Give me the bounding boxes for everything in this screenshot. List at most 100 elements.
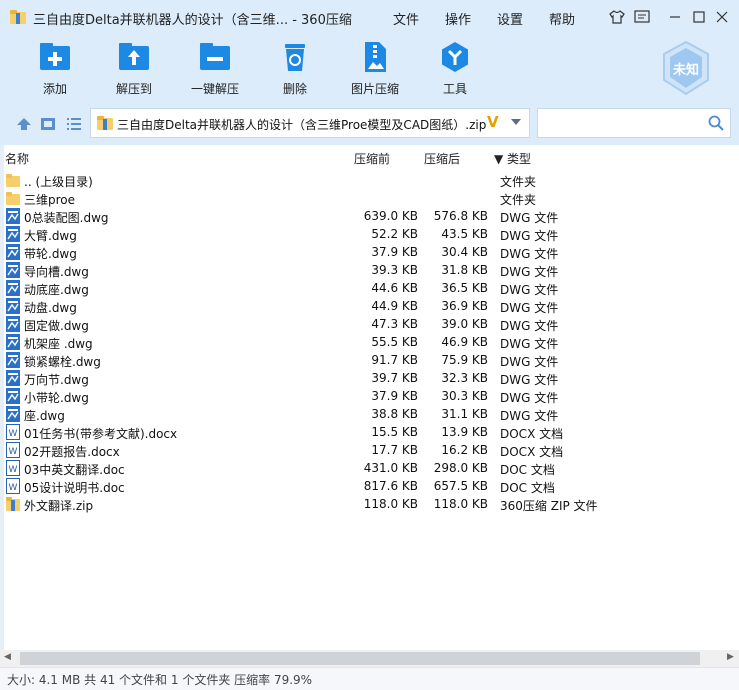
column-name[interactable]: 名称: [5, 150, 29, 167]
extract-to-button[interactable]: 解压到: [104, 40, 164, 96]
file-type: DOC 文档: [500, 481, 555, 495]
file-name: .. (上级目录): [24, 175, 93, 189]
file-size: 15.5 KB: [371, 425, 418, 439]
scroll-right-icon[interactable]: ▶: [727, 652, 734, 662]
file-size: 817.6 KB: [363, 479, 418, 493]
file-row[interactable]: 固定做.dwg 47.3 KB 39.0 KB DWG 文件: [0, 315, 739, 333]
shirt-icon: [609, 10, 625, 24]
svg-text:W: W: [9, 465, 18, 475]
file-size: 38.8 KB: [371, 407, 418, 421]
file-row[interactable]: 动底座.dwg 44.6 KB 36.5 KB DWG 文件: [0, 279, 739, 297]
file-name: 万向节.dwg: [24, 373, 89, 387]
image-compress-button[interactable]: 图片压缩: [345, 40, 405, 96]
chevron-down-icon[interactable]: [511, 119, 521, 125]
maximize-button[interactable]: [690, 8, 708, 26]
close-button[interactable]: [713, 8, 731, 26]
file-row[interactable]: W 03中英文翻译.doc 431.0 KB 298.0 KB DOC 文档: [0, 459, 739, 477]
file-type: DWG 文件: [500, 409, 559, 423]
dwg-file-icon: [6, 226, 20, 242]
address-bar[interactable]: 三自由度Delta并联机器人的设计（含三维Proe模型及CAD图纸）.zip V: [90, 108, 530, 138]
file-type: DWG 文件: [500, 337, 559, 351]
minimize-button[interactable]: [666, 8, 684, 26]
file-row[interactable]: 外文翻译.zip 118.0 KB 118.0 KB 360压缩 ZIP 文件: [0, 495, 739, 513]
archive-path: 三自由度Delta并联机器人的设计（含三维Proe模型及CAD图纸）.zip: [117, 118, 487, 132]
file-name: 动底座.dwg: [24, 283, 89, 297]
file-row[interactable]: .. (上级目录) 文件夹: [0, 171, 739, 189]
file-name: 锁紧螺栓.dwg: [24, 355, 101, 369]
delete-label: 删除: [282, 82, 307, 96]
file-row[interactable]: W 02开题报告.docx 17.7 KB 16.2 KB DOCX 文档: [0, 441, 739, 459]
list-view-icon[interactable]: [67, 118, 81, 130]
thumbnail-view-icon[interactable]: [41, 118, 55, 130]
file-packed-size: 32.3 KB: [441, 371, 488, 385]
image-compress-icon: [365, 42, 386, 72]
file-size: 55.5 KB: [371, 335, 418, 349]
message-icon: [634, 10, 650, 23]
menu-settings[interactable]: 设置: [497, 9, 523, 28]
column-packed[interactable]: 压缩后: [424, 150, 460, 167]
file-size: 47.3 KB: [371, 317, 418, 331]
delete-button[interactable]: 删除: [265, 40, 325, 96]
tools-label: 工具: [442, 82, 467, 96]
one-click-extract-label: 一键解压: [190, 82, 239, 96]
file-row[interactable]: 带轮.dwg 37.9 KB 30.4 KB DWG 文件: [0, 243, 739, 261]
add-icon: [40, 43, 70, 70]
up-arrow-icon[interactable]: [17, 118, 31, 130]
folder-icon: [6, 172, 20, 188]
horizontal-scrollbar[interactable]: ◀ ▶: [0, 650, 739, 667]
menu-help[interactable]: 帮助: [549, 9, 575, 28]
one-click-extract-button[interactable]: 一键解压: [185, 40, 245, 96]
menu-operate[interactable]: 操作: [445, 9, 471, 28]
file-row[interactable]: 大臂.dwg 52.2 KB 43.5 KB DWG 文件: [0, 225, 739, 243]
dwg-file-icon: [6, 280, 20, 296]
dwg-file-icon: [6, 262, 20, 278]
one-click-extract-icon: [200, 43, 230, 70]
file-size: 17.7 KB: [371, 443, 418, 457]
file-row[interactable]: W 05设计说明书.doc 817.6 KB 657.5 KB DOC 文档: [0, 477, 739, 495]
dwg-file-icon: [6, 370, 20, 386]
svg-text:W: W: [9, 447, 18, 457]
dwg-file-icon: [6, 406, 20, 422]
status-bar: 大小: 4.1 MB 共 41 个文件和 1 个文件夹 压缩率 79.9%: [0, 667, 739, 690]
dwg-file-icon: [6, 298, 20, 314]
file-name: 机架座 .dwg: [24, 337, 93, 351]
file-row[interactable]: 三维proe 文件夹: [0, 189, 739, 207]
skin-button[interactable]: [608, 8, 626, 26]
file-name: 三维proe: [24, 193, 76, 207]
file-type: 文件夹: [500, 175, 537, 189]
file-row[interactable]: 机架座 .dwg 55.5 KB 46.9 KB DWG 文件: [0, 333, 739, 351]
search-input[interactable]: [542, 110, 706, 138]
file-size: 118.0 KB: [363, 497, 418, 511]
file-row[interactable]: 导向槽.dwg 39.3 KB 31.8 KB DWG 文件: [0, 261, 739, 279]
file-type: DWG 文件: [500, 301, 559, 315]
file-size: 639.0 KB: [363, 209, 418, 223]
file-row[interactable]: 动盘.dwg 44.9 KB 36.9 KB DWG 文件: [0, 297, 739, 315]
column-size[interactable]: 压缩前: [354, 150, 390, 167]
file-type: DOC 文档: [500, 463, 555, 477]
file-row[interactable]: 小带轮.dwg 37.9 KB 30.3 KB DWG 文件: [0, 387, 739, 405]
file-packed-size: 36.5 KB: [441, 281, 488, 295]
image-compress-label: 图片压缩: [350, 82, 399, 96]
file-row[interactable]: W 01任务书(带参考文献).docx 15.5 KB 13.9 KB DOCX 文档: [0, 423, 739, 441]
add-button[interactable]: 添加: [25, 40, 85, 96]
maximize-icon: [693, 11, 705, 23]
tools-button[interactable]: 工具: [425, 40, 485, 96]
search-box[interactable]: [537, 108, 731, 138]
file-type: DWG 文件: [500, 391, 559, 405]
search-icon[interactable]: [708, 115, 724, 131]
file-name: 小带轮.dwg: [24, 391, 89, 405]
file-size: 431.0 KB: [363, 461, 418, 475]
file-name: 02开题报告.docx: [24, 445, 120, 459]
file-row[interactable]: 0总装配图.dwg 639.0 KB 576.8 KB DWG 文件: [0, 207, 739, 225]
feedback-button[interactable]: [633, 8, 651, 26]
file-row[interactable]: 万向节.dwg 39.7 KB 32.3 KB DWG 文件: [0, 369, 739, 387]
file-type: DOCX 文档: [500, 427, 564, 441]
menu-file[interactable]: 文件: [393, 9, 419, 28]
scroll-left-icon[interactable]: ◀: [4, 652, 11, 662]
scrollbar-thumb[interactable]: [20, 652, 700, 665]
file-row[interactable]: 座.dwg 38.8 KB 31.1 KB DWG 文件: [0, 405, 739, 423]
security-badge[interactable]: 未知: [661, 40, 711, 96]
file-row[interactable]: 锁紧螺栓.dwg 91.7 KB 75.9 KB DWG 文件: [0, 351, 739, 369]
column-type[interactable]: ▼ 类型: [494, 150, 531, 167]
file-packed-size: 31.1 KB: [441, 407, 488, 421]
